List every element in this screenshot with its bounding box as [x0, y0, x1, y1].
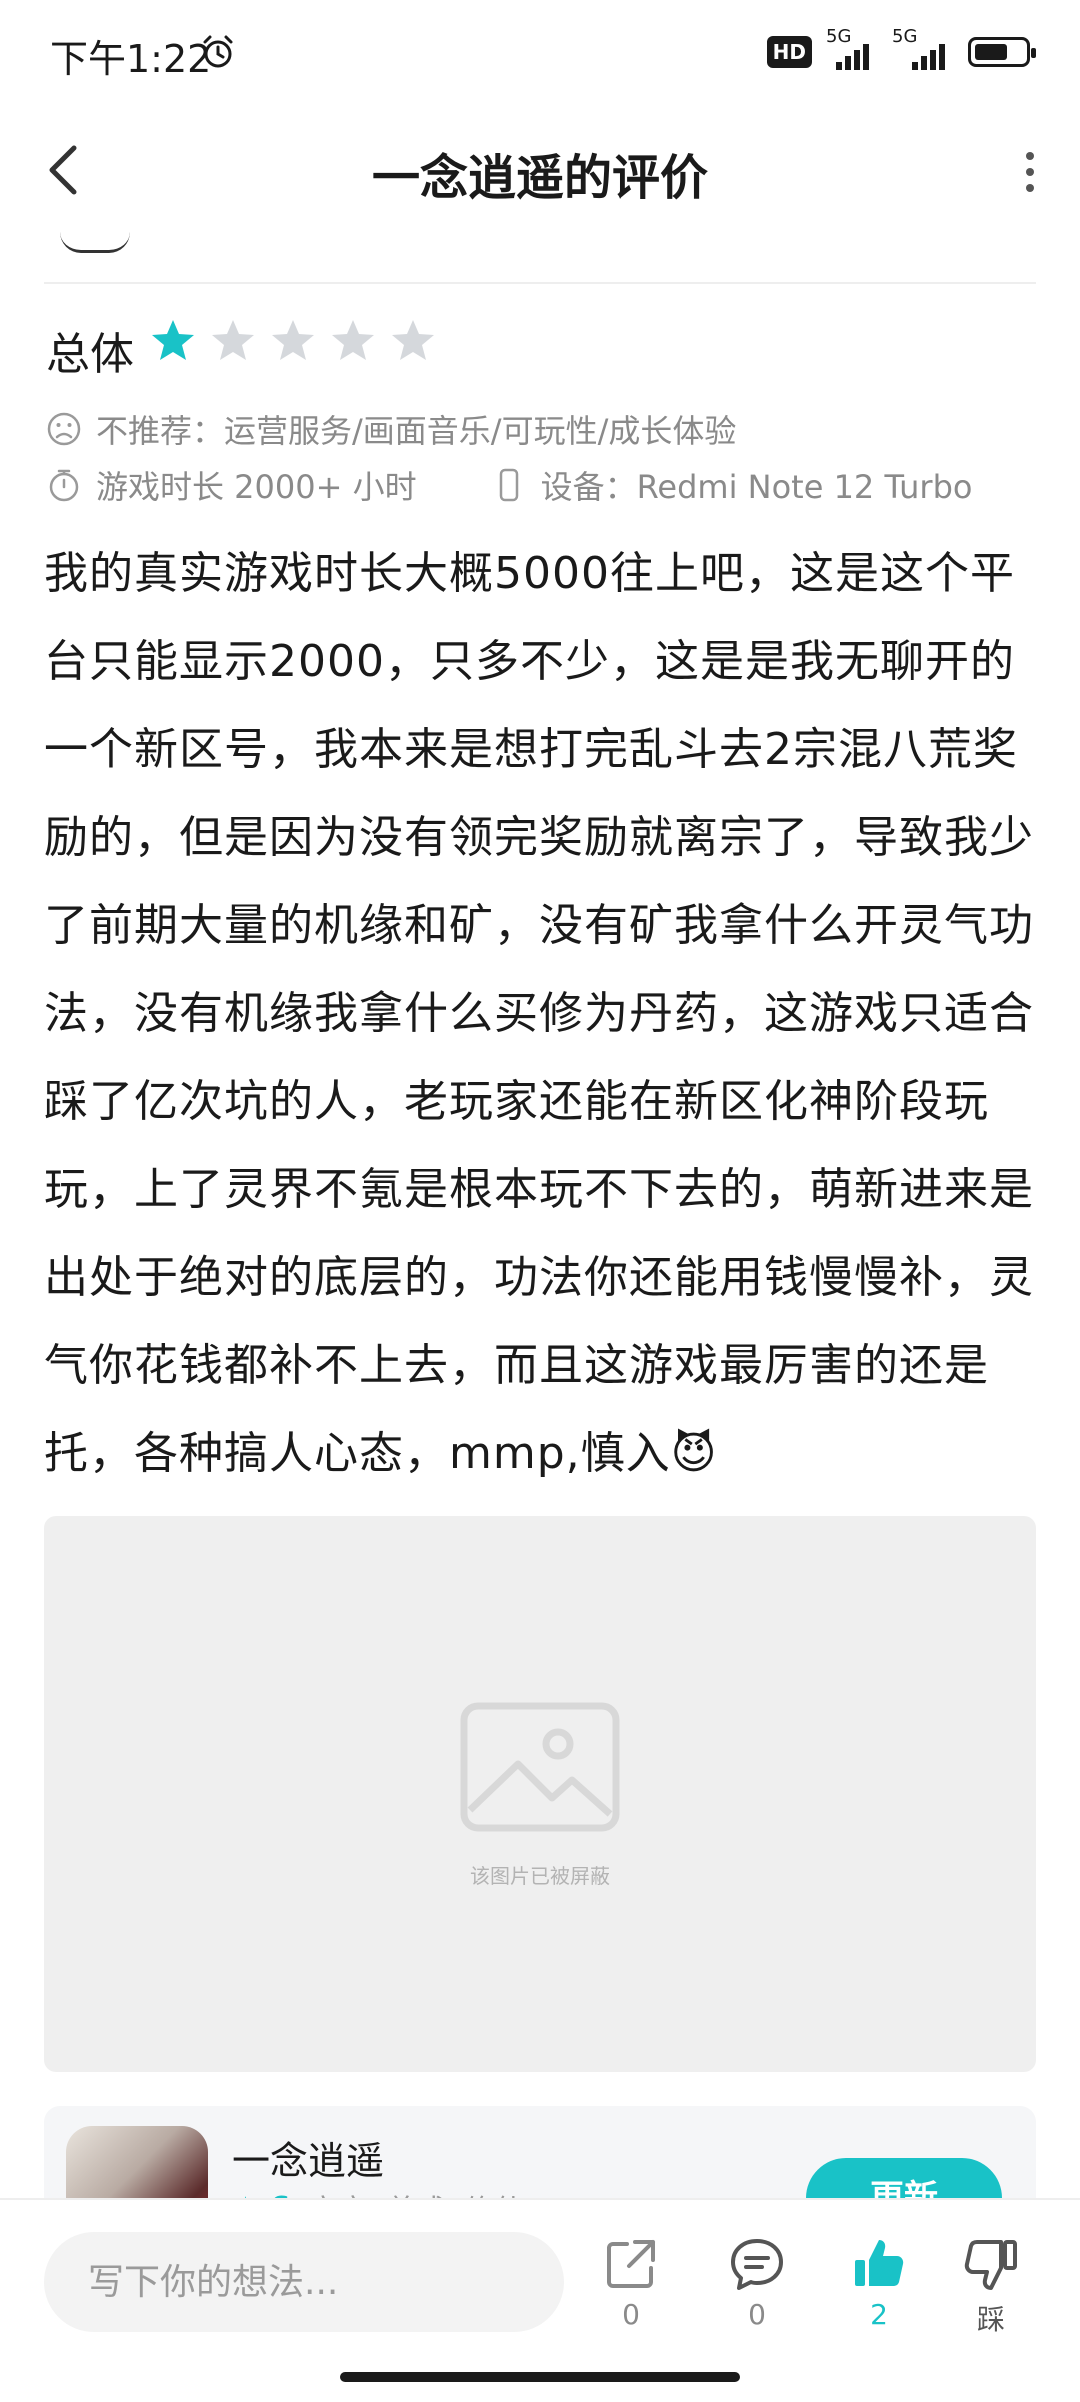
share-count: 0: [622, 2298, 640, 2331]
dislike-label: 踩: [976, 2303, 1005, 2336]
back-icon[interactable]: [40, 142, 92, 198]
signal-1-icon: 5G: [826, 26, 878, 70]
stopwatch-icon: [49, 469, 79, 502]
alarm-icon: [203, 35, 233, 68]
image-placeholder-icon: [460, 1702, 620, 1832]
comment-icon: [731, 2239, 783, 2290]
star-empty-icon: [212, 320, 254, 360]
star-empty-icon: [272, 320, 314, 360]
comment-button[interactable]: 0: [712, 2236, 802, 2331]
share-icon: [607, 2240, 655, 2288]
comment-input[interactable]: [44, 2232, 564, 2332]
status-indicators: HD 5G 5G: [766, 26, 1036, 74]
page-title: 一念逍遥的评价: [371, 150, 708, 206]
play-info-row: 游戏时长 2000+ 小时 设备：Redmi Note 12 Turbo: [46, 462, 972, 508]
device-text: 设备：Redmi Note 12 Turbo: [540, 468, 973, 506]
comment-count: 0: [748, 2298, 766, 2331]
battery-icon: [968, 37, 1036, 67]
game-name: 一念逍遥: [232, 2139, 385, 2183]
status-time: 下午1:22: [50, 37, 212, 81]
thumbs-down-icon: [964, 2240, 1017, 2290]
thumbs-up-icon: [855, 2240, 904, 2286]
star-empty-icon: [392, 320, 434, 360]
star-empty-icon: [332, 320, 374, 360]
star-rating: [150, 318, 436, 364]
like-count: 2: [870, 2298, 888, 2331]
avatar: [60, 232, 130, 253]
star-filled-icon: [152, 320, 194, 360]
hd-badge: HD: [766, 36, 812, 68]
overall-rating-label: 总体: [46, 329, 134, 380]
review-text: 我的真实游戏时长大概5000往上吧，这是这个平台只能显示2000，只多不少，这是…: [44, 548, 1034, 1479]
more-options-icon[interactable]: [1010, 148, 1050, 196]
status-bar: 下午1:22 HD 5G 5G: [0, 0, 1080, 100]
home-indicator[interactable]: [340, 2372, 740, 2382]
signal-2-icon: 5G: [892, 26, 954, 70]
sad-face-icon: [47, 412, 81, 446]
dislike-button[interactable]: 踩: [946, 2236, 1036, 2338]
not-recommended-text: 不推荐：运营服务/画面音乐/可玩性/成长体验: [96, 412, 737, 450]
title-bar: 一念逍遥的评价: [0, 110, 1080, 230]
divider: [44, 282, 1036, 284]
share-button[interactable]: 0: [586, 2236, 676, 2331]
blocked-image-caption: 该图片已被屏蔽: [470, 1864, 610, 1888]
blocked-image[interactable]: 该图片已被屏蔽: [44, 1516, 1036, 2072]
not-recommended-row: 不推荐：运营服务/画面音乐/可玩性/成长体验: [46, 406, 736, 452]
like-button[interactable]: 2: [834, 2236, 924, 2331]
play-time-text: 游戏时长 2000+ 小时: [96, 468, 417, 506]
phone-icon: [499, 468, 518, 502]
